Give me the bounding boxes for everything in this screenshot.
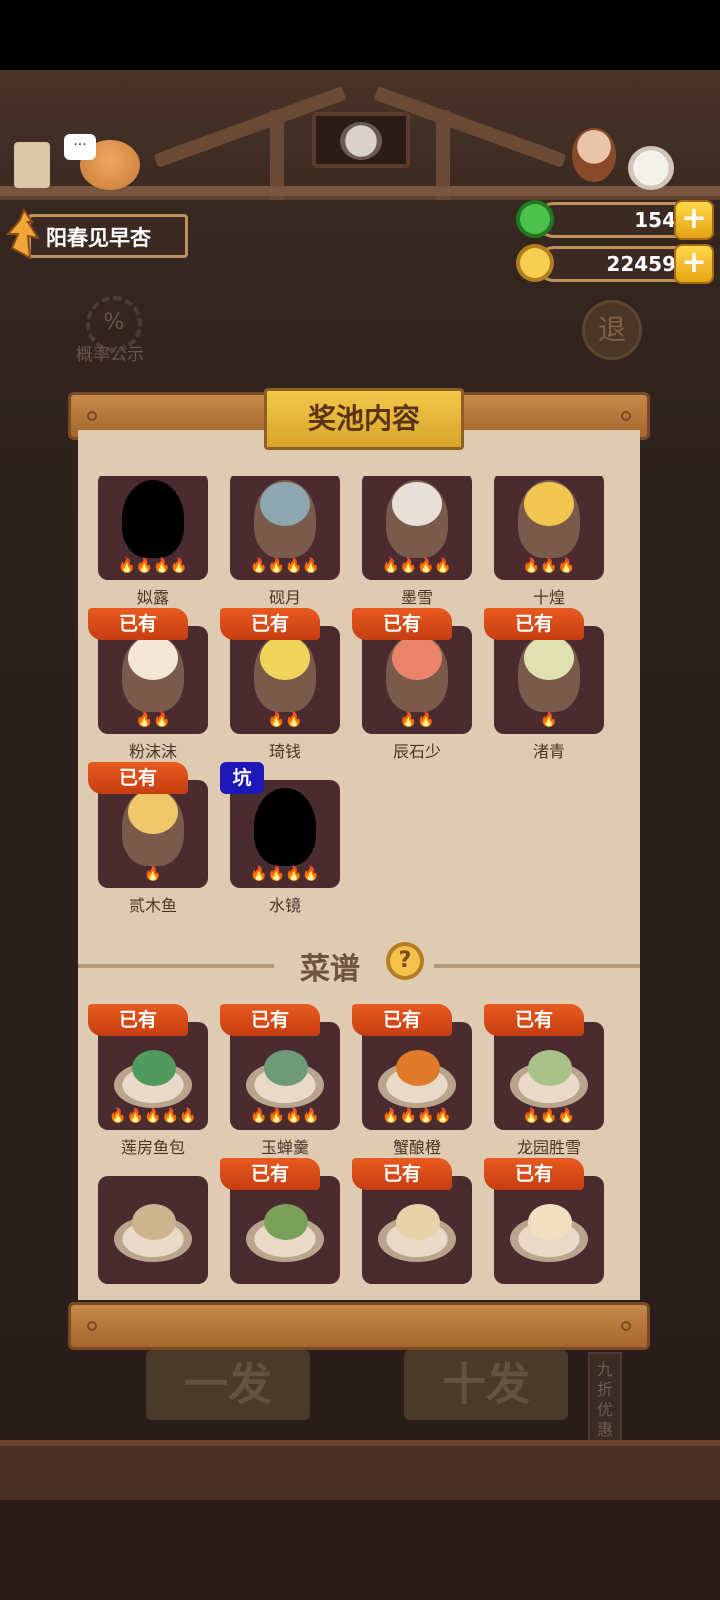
dish-icon bbox=[528, 1050, 572, 1086]
character-name: 砚月 bbox=[268, 588, 301, 607]
recipe-name: 蟹酿橙 bbox=[392, 1138, 441, 1157]
owned-badge: 已有 bbox=[220, 1004, 320, 1036]
rarity-flames: 🔥🔥🔥🔥🔥 bbox=[109, 1108, 197, 1124]
owned-badge: 已有 bbox=[352, 608, 452, 640]
owned-badge: 已有 bbox=[88, 608, 188, 640]
dish-icon bbox=[264, 1050, 308, 1086]
floor bbox=[0, 1500, 720, 1600]
white-cat-icon bbox=[628, 146, 674, 190]
gold-coin-icon bbox=[516, 244, 554, 282]
section-divider-left bbox=[78, 964, 274, 968]
owned-badge: 已有 bbox=[220, 1158, 320, 1190]
dish-icon bbox=[132, 1050, 176, 1086]
owned-badge: 已有 bbox=[352, 1158, 452, 1190]
character-head bbox=[128, 482, 178, 526]
pool-content-title: 奖池内容 bbox=[264, 388, 464, 450]
section-divider-right bbox=[434, 964, 640, 968]
character-name: 贰木鱼 bbox=[128, 896, 177, 915]
discount-tag: 九折优惠 bbox=[588, 1352, 622, 1454]
rarity-flames: 🔥🔥🔥🔥 bbox=[250, 558, 320, 574]
recipe-name: 莲房鱼包 bbox=[120, 1138, 185, 1157]
rarity-flames: 🔥🔥🔥🔥 bbox=[382, 558, 452, 574]
character-head bbox=[524, 636, 574, 680]
recipe-section-title: 菜谱 bbox=[300, 952, 360, 987]
dish-icon bbox=[132, 1204, 176, 1240]
chat-icon[interactable]: ··· bbox=[64, 134, 96, 160]
dish-icon bbox=[528, 1204, 572, 1240]
leaf-coin-icon bbox=[516, 200, 554, 238]
recipe-portrait bbox=[362, 1176, 472, 1284]
rarity-flames: 🔥 bbox=[540, 712, 558, 728]
player-avatar-icon bbox=[4, 207, 44, 260]
pit-badge: 坑 bbox=[220, 762, 264, 794]
character-name: 水镜 bbox=[268, 896, 301, 915]
player-name: 阳春见早杏 bbox=[46, 226, 151, 250]
rarity-flames: 🔥🔥🔥🔥 bbox=[250, 1108, 320, 1124]
owned-badge: 已有 bbox=[88, 1004, 188, 1036]
recipe-name: 龙园胜雪 bbox=[516, 1138, 581, 1157]
rarity-flames: 🔥🔥🔥 bbox=[522, 558, 576, 574]
character-head bbox=[128, 790, 178, 834]
rarity-flames: 🔥🔥🔥🔥 bbox=[118, 558, 188, 574]
recipe-portrait bbox=[494, 1176, 604, 1284]
counter bbox=[0, 1440, 720, 1500]
pool-grid[interactable]: 🔥🔥🔥🔥 姒露 🔥🔥🔥🔥 砚月 🔥🔥🔥🔥 墨雪 🔥🔥🔥 十煌 🔥🔥 粉沫沫 已有 🔥🔥 琦钱 已有 🔥🔥 辰石… bbox=[78, 476, 640, 1300]
gems-value: 154 bbox=[634, 208, 676, 232]
raccoon-icon bbox=[340, 122, 382, 160]
rarity-flames: 🔥🔥 bbox=[135, 712, 171, 728]
recipe-portrait bbox=[98, 1176, 208, 1284]
character-name: 粉沫沫 bbox=[128, 742, 177, 761]
owned-badge: 已有 bbox=[88, 762, 188, 794]
rarity-flames: 🔥🔥🔥🔥 bbox=[250, 866, 320, 882]
rarity-flames: 🔥🔥 bbox=[267, 712, 303, 728]
ten-draw-button[interactable]: 十发 bbox=[404, 1350, 568, 1420]
single-draw-button[interactable]: 一发 bbox=[146, 1350, 310, 1420]
character-head bbox=[260, 482, 310, 526]
recipe-portrait bbox=[230, 1176, 340, 1284]
character-head bbox=[524, 482, 574, 526]
coins-value: 22459 bbox=[606, 252, 676, 276]
status-bar bbox=[0, 0, 720, 70]
dish-icon bbox=[264, 1204, 308, 1240]
character-head bbox=[128, 636, 178, 680]
chef-icon bbox=[572, 128, 616, 182]
owned-badge: 已有 bbox=[220, 608, 320, 640]
owned-badge: 已有 bbox=[484, 1004, 584, 1036]
character-name: 姒露 bbox=[136, 588, 169, 607]
character-head bbox=[392, 482, 442, 526]
character-name: 辰石少 bbox=[392, 742, 441, 761]
rarity-flames: 🔥🔥 bbox=[399, 712, 435, 728]
probability-label: 概率公示 bbox=[76, 345, 144, 365]
owned-badge: 已有 bbox=[484, 1158, 584, 1190]
character-name: 琦钱 bbox=[268, 742, 301, 761]
character-name: 渚青 bbox=[532, 742, 565, 761]
back-button[interactable]: 退 bbox=[582, 300, 642, 360]
add-coins-button[interactable]: + bbox=[674, 244, 714, 284]
recipe-name: 玉蝉羹 bbox=[260, 1138, 309, 1157]
character-head bbox=[392, 636, 442, 680]
rarity-flames: 🔥 bbox=[144, 866, 162, 882]
character-head bbox=[260, 790, 310, 834]
character-name: 墨雪 bbox=[400, 588, 433, 607]
character-head bbox=[260, 636, 310, 680]
dish-icon bbox=[396, 1204, 440, 1240]
owned-badge: 已有 bbox=[352, 1004, 452, 1036]
add-gems-button[interactable]: + bbox=[674, 200, 714, 240]
owned-badge: 已有 bbox=[484, 608, 584, 640]
rarity-flames: 🔥🔥🔥🔥 bbox=[382, 1108, 452, 1124]
rarity-flames: 🔥🔥🔥 bbox=[522, 1108, 576, 1124]
shop-sign bbox=[312, 112, 410, 168]
help-icon[interactable]: ? bbox=[386, 942, 424, 980]
dish-icon bbox=[396, 1050, 440, 1086]
scroll-bottom-rod bbox=[68, 1302, 650, 1350]
pool-content-panel: 🔥🔥🔥🔥 姒露 🔥🔥🔥🔥 砚月 🔥🔥🔥🔥 墨雪 🔥🔥🔥 十煌 🔥🔥 粉沫沫 已有 🔥🔥 琦钱 已有 🔥🔥 辰石… bbox=[78, 430, 640, 1300]
character-name: 十煌 bbox=[532, 588, 565, 607]
notebook-icon bbox=[14, 142, 50, 188]
